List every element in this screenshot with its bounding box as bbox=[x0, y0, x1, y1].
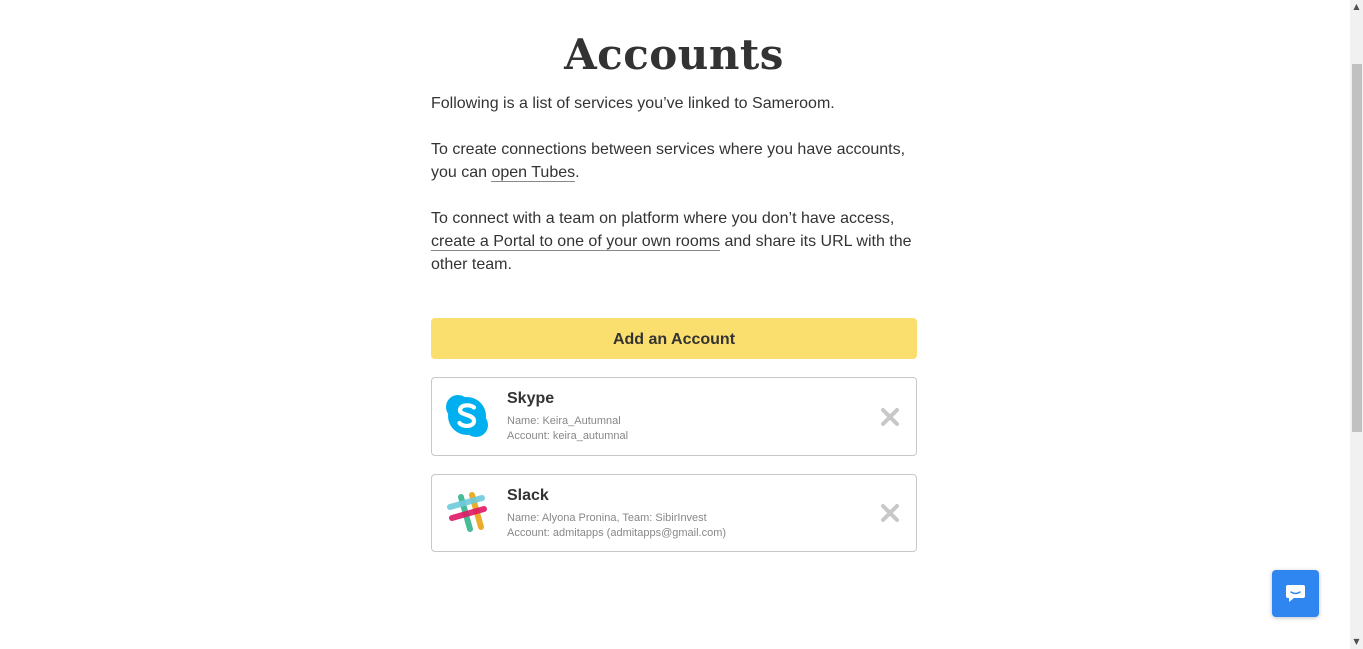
account-name-line: Name: Alyona Pronina, Team: SibirInvest bbox=[507, 512, 707, 524]
chat-widget-button[interactable] bbox=[1272, 570, 1319, 617]
account-meta: Name: Keira_Autumnal Account: keira_autu… bbox=[507, 414, 628, 444]
remove-account-icon[interactable] bbox=[880, 407, 900, 427]
intro-paragraph-tubes: To create connections between services w… bbox=[431, 138, 917, 184]
create-portal-link[interactable]: create a Portal to one of your own rooms bbox=[431, 233, 721, 251]
open-tubes-link[interactable]: open Tubes bbox=[491, 164, 576, 182]
slack-logo-icon bbox=[444, 490, 490, 536]
add-account-button[interactable]: Add an Account bbox=[431, 318, 917, 359]
account-id-line: Account: admitapps (admitapps@gmail.com) bbox=[507, 527, 727, 539]
account-card-skype: Skype Name: Keira_Autumnal Account: keir… bbox=[431, 377, 917, 456]
scroll-down-arrow-icon[interactable]: ▼ bbox=[1350, 635, 1363, 649]
tubes-text-after: . bbox=[575, 164, 580, 181]
intro-paragraph-portal: To connect with a team on platform where… bbox=[431, 207, 917, 276]
scroll-up-arrow-icon[interactable]: ▲ bbox=[1350, 0, 1363, 14]
page-title: Accounts bbox=[564, 30, 784, 79]
account-card-slack: Slack Name: Alyona Pronina, Team: SibirI… bbox=[431, 474, 917, 552]
intro-text: Following is a list of services you’ve l… bbox=[431, 92, 917, 276]
account-service-name: Skype bbox=[507, 390, 555, 407]
scrollbar-thumb[interactable] bbox=[1352, 64, 1362, 432]
accounts-page: Accounts Following is a list of services… bbox=[431, 0, 917, 552]
account-meta: Name: Alyona Pronina, Team: SibirInvest … bbox=[507, 511, 726, 541]
skype-logo-icon bbox=[444, 393, 490, 439]
account-id-line: Account: keira_autumnal bbox=[507, 430, 629, 442]
account-name-line: Name: Keira_Autumnal bbox=[507, 415, 621, 427]
portal-text-before: To connect with a team on platform where… bbox=[431, 210, 895, 227]
remove-account-icon[interactable] bbox=[880, 503, 900, 523]
account-service-name: Slack bbox=[507, 487, 549, 504]
intro-paragraph-linked: Following is a list of services you’ve l… bbox=[431, 95, 835, 112]
chat-bubble-icon bbox=[1286, 585, 1305, 602]
